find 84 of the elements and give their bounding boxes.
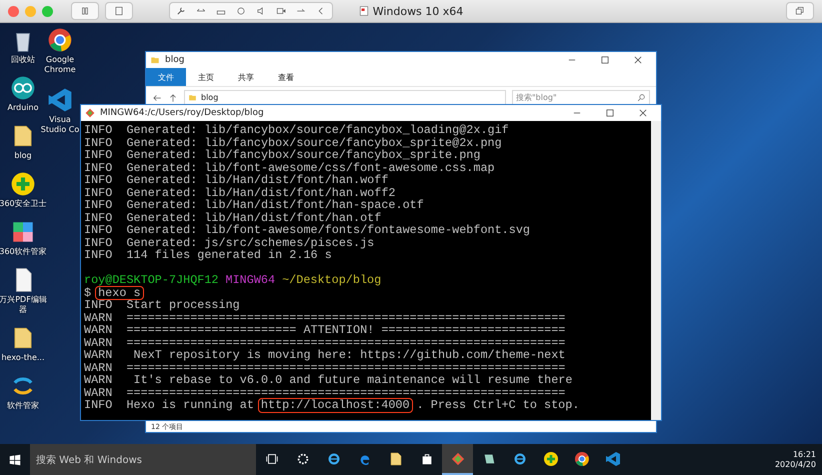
camera-icon: [236, 6, 246, 16]
task-view-icon: [264, 452, 278, 466]
ribbon-tab[interactable]: 共享: [226, 68, 266, 86]
desktop-icon-label[interactable]: 回收站: [11, 55, 35, 65]
terminal-text: ~/Desktop/blog: [282, 274, 382, 286]
highlighted-terminal-text: http://localhost:4000: [258, 399, 412, 412]
window-title: Windows 10 x64: [372, 4, 464, 18]
vm-toolbar[interactable]: [169, 2, 333, 20]
terminal-text: WARN ==============================================================: [84, 386, 566, 399]
e-icon: [326, 452, 340, 466]
desktop-icon-label[interactable]: Visua Studio Co: [40, 115, 80, 135]
video-icon: [276, 6, 286, 16]
code-editor-icon: [47, 87, 73, 113]
close-icon: [633, 55, 643, 65]
taskbar-search-field[interactable]: 搜索 Web 和 Windows: [30, 444, 256, 475]
terminal-text: INFO Generated: js/src/schemes/pisces.js: [84, 236, 374, 249]
terminal-text: INFO Generated: lib/Han/dist/font/han.woff2: [84, 186, 396, 199]
diamond-icon: [85, 108, 95, 118]
scrollbar[interactable]: [651, 121, 661, 420]
infinity-icon: [10, 75, 36, 101]
diamond-icon: [450, 452, 464, 466]
address-text: blog: [201, 93, 218, 102]
desktop-icon-label[interactable]: Arduino: [8, 103, 38, 113]
terminal-text: INFO Generated: lib/font-awesome/css/font-awesome.css.map: [84, 162, 495, 174]
back-arrow-icon: [152, 92, 162, 102]
terminal-text: roy@DESKTOP-7JHQF12: [84, 274, 219, 286]
wrench-icon: [176, 6, 186, 16]
terminal-text: . Press Ctrl+C to stop.: [416, 399, 580, 412]
windows-icon: [795, 6, 805, 16]
code-editor-icon: [604, 450, 620, 466]
e-icon: [512, 452, 526, 466]
terminal-text: WARN It's rebase to v6.0.0 and future maintenance will resume there: [84, 374, 572, 386]
fullscreen-button[interactable]: [786, 2, 814, 20]
desktop-icon-label[interactable]: 360软件管家: [0, 247, 47, 257]
gear-icon: [296, 452, 310, 466]
desktop-icon-label[interactable]: hexo-the...: [1, 353, 45, 363]
desktop-icon-label[interactable]: blog: [14, 151, 32, 161]
maximize-icon: [605, 108, 615, 118]
terminal-text: MINGW64: [226, 274, 276, 286]
shopping-bag-icon: [420, 452, 434, 466]
terminal-text: INFO Generated: lib/Han/dist/font/han-space.otf: [84, 199, 424, 212]
up-arrow-icon: [168, 92, 178, 102]
maximize-icon: [600, 55, 610, 65]
chrome-icon: [574, 450, 590, 466]
desktop-icon-label[interactable]: 软件管家: [7, 401, 39, 411]
terminal-text: INFO Generated: lib/fancybox/source/fancybox_sprite.png: [84, 149, 480, 162]
folder-icon: [388, 450, 404, 466]
terminal-text: INFO Generated: lib/Han/dist/font/han.otf: [84, 212, 382, 224]
terminal-text: WARN ==============================================================: [84, 362, 566, 374]
clock-date: 2020/4/20: [774, 460, 816, 470]
terminal-text: WARN ======================== ATTENTION! ==========================: [84, 324, 566, 336]
ribbon-tab[interactable]: 查看: [266, 68, 306, 86]
ribbon-tab[interactable]: 主页: [186, 68, 226, 86]
desktop-icon-label[interactable]: 360安全卫士: [0, 199, 47, 209]
pause-icon: [80, 6, 90, 16]
document-icon: [114, 6, 124, 16]
terminal-text: INFO 114 files generated in 2.16 s: [84, 249, 332, 262]
terminal-text: WARN ==============================================================: [84, 312, 566, 324]
folder-icon: [150, 55, 160, 65]
close-icon: [638, 108, 648, 118]
terminal-text: INFO Generated: lib/fancybox/source/fancybox_loading@2x.gif: [84, 124, 509, 136]
highlighted-terminal-text: hexo s: [96, 286, 143, 299]
plus-icon: [10, 171, 36, 197]
terminal-text: INFO Generated: lib/font-awesome/fonts/fontawesome-webfont.svg: [84, 224, 530, 236]
terminal-text: WARN ==============================================================: [84, 336, 566, 349]
explorer-title: blog: [165, 55, 186, 65]
terminal-text: INFO Start processing: [84, 299, 240, 312]
vm-icon: [358, 5, 369, 17]
pause-button[interactable]: [71, 2, 99, 20]
snapshot-button[interactable]: [105, 2, 133, 20]
search-icon: [637, 93, 646, 102]
ribbon-tab[interactable]: 文件: [146, 68, 186, 86]
terminal-text: $: [84, 286, 92, 299]
folder-icon: [188, 93, 197, 102]
desktop-icon-label[interactable]: Google Chrome: [40, 55, 80, 75]
terminal-text: INFO Generated: lib/fancybox/source/fancybox_sprite@2x.png: [84, 136, 502, 149]
terminal-text: INFO Generated: lib/Han/dist/font/han.woff: [84, 174, 388, 186]
plus-icon: [542, 450, 558, 466]
terminal-text: INFO Hexo is running at: [84, 399, 254, 412]
terminal-title: MINGW64:/c/Users/roy/Desktop/blog: [100, 108, 265, 118]
clock-time: 16:21: [792, 450, 816, 460]
windows-logo-icon: [9, 454, 21, 466]
chrome-icon: [47, 27, 73, 53]
terminal-text: WARN NexT repository is moving here: https://github.com/theme-next: [84, 349, 566, 362]
